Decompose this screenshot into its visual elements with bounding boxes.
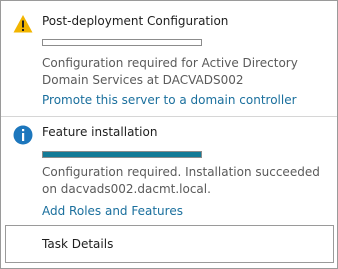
info-icon (13, 125, 33, 145)
notification-feature-installation: Feature installation Configuration requi… (1, 116, 337, 226)
task-details-label: Task Details (42, 237, 114, 251)
notification-description: Configuration required for Active Direct… (42, 56, 298, 87)
notification-title: Feature installation (42, 125, 158, 139)
promote-domain-controller-link[interactable]: Promote this server to a domain controll… (42, 93, 297, 107)
progress-bar (42, 39, 202, 46)
notifications-panel: Post-deployment Configuration Configurat… (0, 0, 338, 269)
progress-bar (42, 151, 202, 158)
notification-post-deployment: Post-deployment Configuration Configurat… (1, 1, 337, 116)
add-roles-features-link[interactable]: Add Roles and Features (42, 204, 183, 218)
notification-description: Configuration required. Installation suc… (42, 165, 320, 196)
warning-icon (13, 14, 33, 34)
task-details-button[interactable]: Task Details (5, 225, 334, 263)
notification-title: Post-deployment Configuration (42, 14, 229, 28)
progress-fill (43, 152, 201, 157)
